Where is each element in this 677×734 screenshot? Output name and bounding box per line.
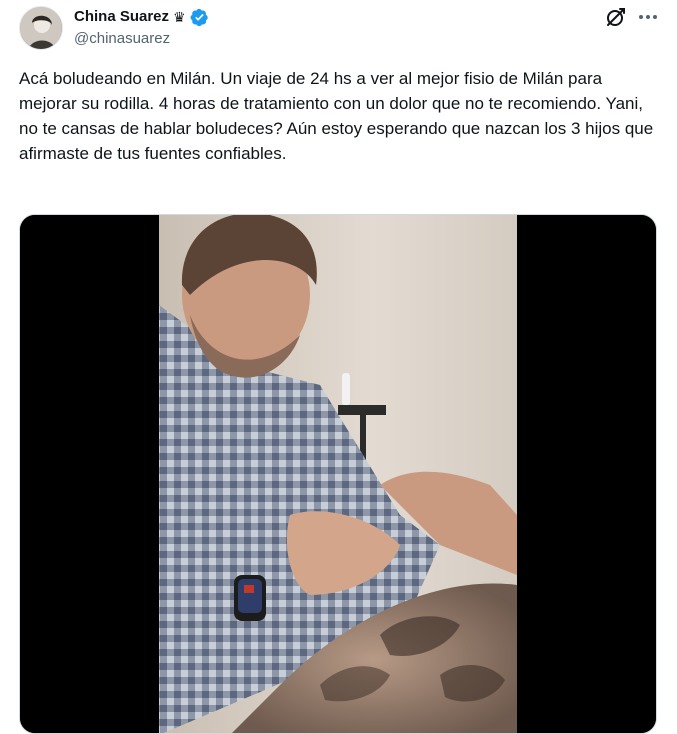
author-display-name[interactable]: China Suarez bbox=[74, 7, 169, 27]
tweet: China Suarez ♛ @chinasuarez Acá boludean… bbox=[0, 0, 677, 734]
more-horizontal-icon[interactable] bbox=[636, 5, 660, 29]
tweet-video[interactable] bbox=[19, 214, 657, 734]
grok-icon[interactable] bbox=[604, 5, 628, 29]
tweet-text: Acá boludeando en Milán. Un viaje de 24 … bbox=[19, 69, 658, 163]
author-handle[interactable]: @chinasuarez bbox=[74, 30, 170, 48]
verified-badge-icon bbox=[190, 8, 209, 27]
avatar[interactable] bbox=[19, 6, 63, 50]
crown-icon: ♛ bbox=[173, 9, 186, 25]
author-name-row: China Suarez ♛ bbox=[74, 7, 209, 27]
